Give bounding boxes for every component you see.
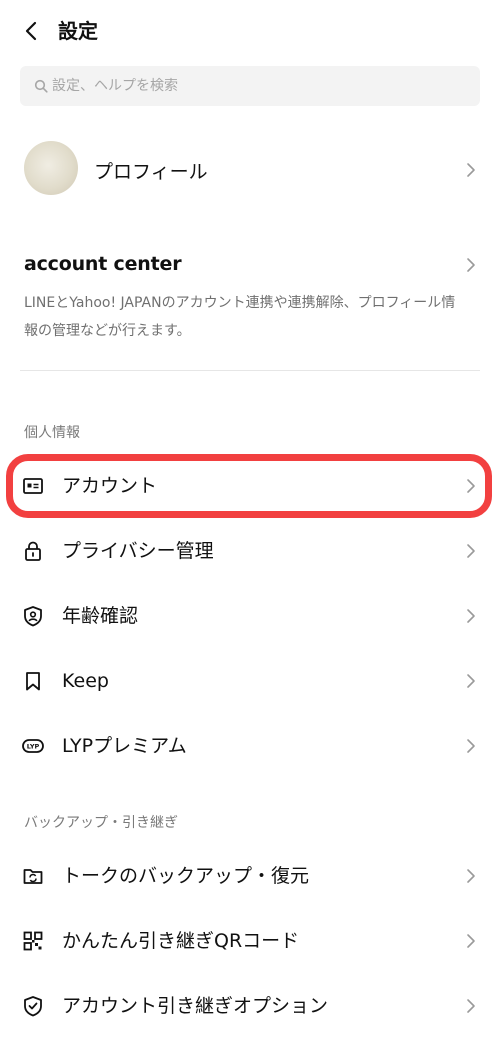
section-title-backup: バックアップ・引き継ぎ [24, 815, 178, 831]
account-center-row[interactable]: account center LINEとYahoo! JAPANのアカウント連携… [0, 245, 500, 350]
shield-check-icon [24, 996, 42, 1017]
chevron-right-icon [467, 869, 475, 883]
profile-row[interactable]: プロフィール [0, 135, 500, 205]
settings-item-age-verification[interactable]: 年齢確認 [0, 584, 500, 648]
folder-sync-icon [23, 869, 43, 884]
chevron-right-icon [467, 934, 475, 948]
search-input[interactable] [52, 66, 452, 106]
settings-item-label: 年齢確認 [62, 605, 139, 627]
chevron-right-icon [467, 258, 475, 272]
shield-person-icon [24, 606, 42, 627]
qr-code-icon [23, 931, 43, 951]
account-center-description: LINEとYahoo! JAPANのアカウント連携や連携解除、プロフィール情報の… [24, 295, 456, 339]
profile-label: プロフィール [94, 161, 208, 183]
divider [20, 370, 480, 371]
page-title: 設定 [58, 19, 98, 43]
chevron-right-icon [467, 163, 475, 177]
settings-item-talk-backup[interactable]: トークのバックアップ・復元 [0, 844, 500, 908]
settings-item-label: トークのバックアップ・復元 [62, 865, 310, 887]
lyp-badge-icon: LYP [22, 739, 44, 753]
search-icon [34, 79, 48, 93]
back-arrow-icon[interactable] [20, 19, 44, 43]
chevron-right-icon [467, 609, 475, 623]
bookmark-icon [26, 672, 40, 691]
settings-item-label: LYPプレミアム [62, 735, 187, 757]
settings-item-label: Keep [62, 670, 109, 692]
search-bar[interactable] [20, 66, 480, 106]
settings-item-privacy[interactable]: プライバシー管理 [0, 519, 500, 583]
chevron-right-icon [467, 999, 475, 1013]
settings-item-account[interactable]: アカウント [0, 454, 500, 518]
settings-item-label: アカウント引き継ぎオプション [62, 995, 329, 1017]
id-card-icon [23, 478, 43, 494]
settings-item-lyp-premium[interactable]: LYP LYPプレミアム [0, 714, 500, 778]
settings-item-label: プライバシー管理 [62, 540, 214, 562]
chevron-right-icon [467, 544, 475, 558]
chevron-right-icon [467, 479, 475, 493]
settings-item-label: アカウント [62, 475, 158, 497]
section-title-personal: 個人情報 [24, 425, 80, 441]
settings-item-qr-transfer[interactable]: かんたん引き継ぎQRコード [0, 909, 500, 973]
settings-item-keep[interactable]: Keep [0, 649, 500, 713]
settings-item-transfer-options[interactable]: アカウント引き継ぎオプション [0, 974, 500, 1038]
settings-item-label: かんたん引き継ぎQRコード [62, 930, 300, 952]
chevron-right-icon [467, 739, 475, 753]
account-center-title: account center [24, 253, 182, 275]
header: 設定 [0, 0, 500, 62]
chevron-right-icon [467, 674, 475, 688]
lock-icon [25, 541, 41, 561]
avatar [24, 141, 78, 195]
svg-text:LYP: LYP [27, 743, 40, 751]
